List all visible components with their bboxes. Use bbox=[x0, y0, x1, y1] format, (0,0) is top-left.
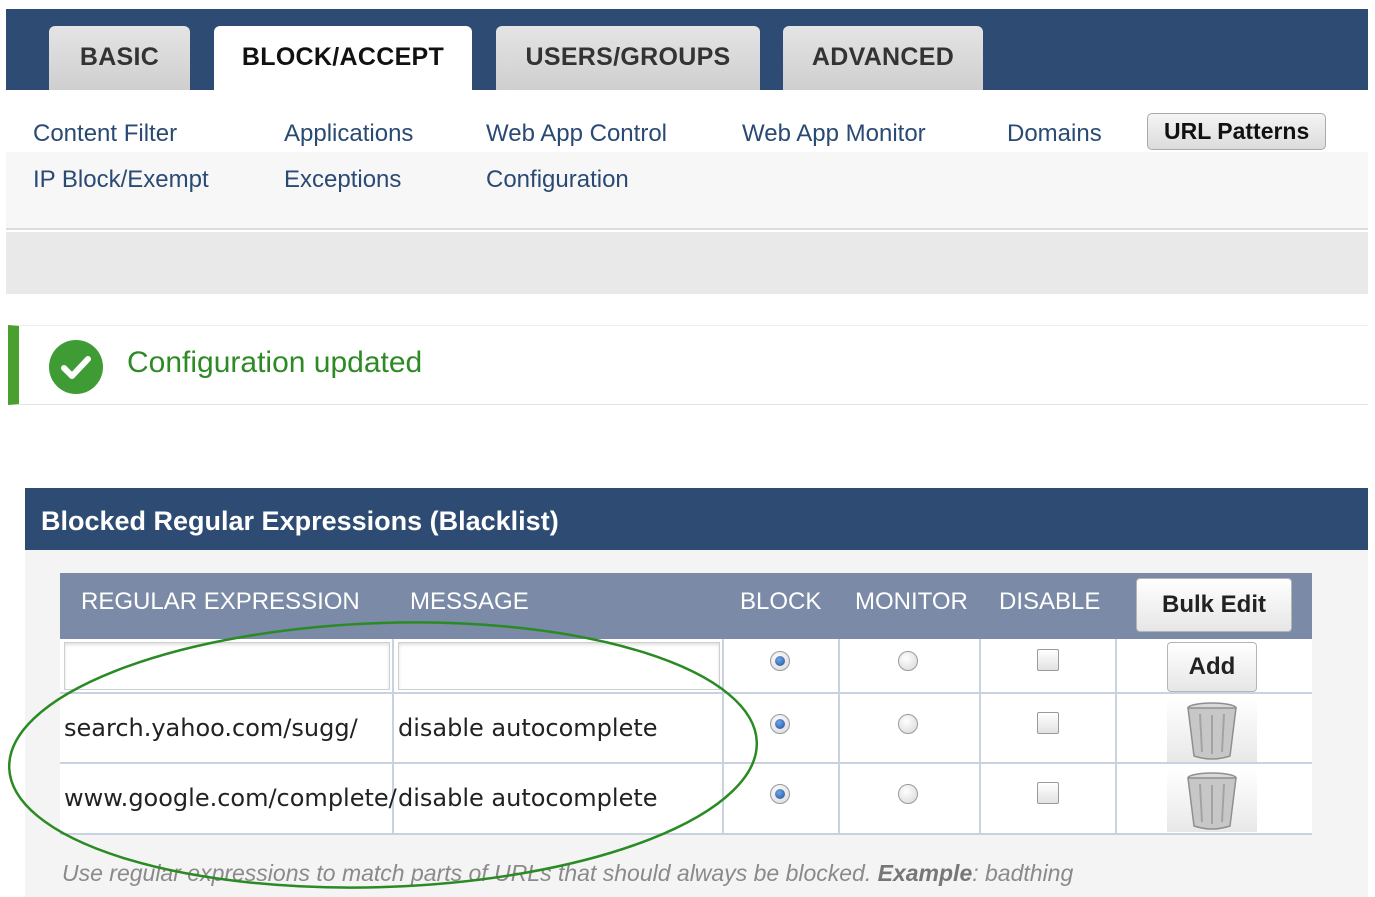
trash-icon[interactable] bbox=[1167, 768, 1257, 832]
action-cell: Add bbox=[1117, 639, 1312, 692]
monitor-cell bbox=[840, 764, 981, 833]
message-cell: disable autocomplete bbox=[394, 764, 724, 833]
block-radio[interactable] bbox=[770, 651, 790, 671]
hint-text: Use regular expressions to match parts o… bbox=[62, 860, 1073, 887]
column-header-monitor: MONITOR bbox=[855, 588, 968, 615]
notice-message: Configuration updated bbox=[127, 346, 423, 379]
monitor-cell bbox=[840, 694, 981, 762]
regex-value: search.yahoo.com/sugg/ bbox=[64, 714, 358, 742]
column-header-block: BLOCK bbox=[740, 588, 822, 615]
toolbar-band bbox=[6, 232, 1368, 294]
regex-cell bbox=[60, 639, 394, 692]
message-cell: disable autocomplete bbox=[394, 694, 724, 762]
bulk-edit-button[interactable]: Bulk Edit bbox=[1136, 578, 1292, 632]
hint-example-label: Example bbox=[877, 860, 973, 886]
subnav-domains[interactable]: Domains bbox=[1007, 120, 1102, 148]
disable-checkbox[interactable] bbox=[1037, 712, 1059, 734]
message-value: disable autocomplete bbox=[398, 784, 658, 812]
monitor-radio[interactable] bbox=[898, 651, 918, 671]
column-header-regex: REGULAR EXPRESSION bbox=[81, 588, 360, 615]
subnav-applications[interactable]: Applications bbox=[284, 120, 413, 148]
subnav-content-filter[interactable]: Content Filter bbox=[33, 120, 177, 148]
add-button[interactable]: Add bbox=[1167, 642, 1257, 692]
action-cell bbox=[1117, 694, 1312, 762]
tab-block-accept[interactable]: BLOCK/ACCEPT bbox=[214, 26, 472, 90]
subnav-configuration[interactable]: Configuration bbox=[486, 166, 629, 194]
monitor-cell bbox=[840, 639, 981, 692]
table-row: www.google.com/complete/ disable autocom… bbox=[60, 764, 1312, 835]
block-cell bbox=[724, 764, 840, 833]
message-input[interactable] bbox=[398, 642, 720, 690]
block-radio[interactable] bbox=[770, 714, 790, 734]
column-header-message: MESSAGE bbox=[410, 588, 529, 615]
hint-example-value: : badthing bbox=[972, 860, 1074, 886]
monitor-radio[interactable] bbox=[898, 714, 918, 734]
block-cell bbox=[724, 694, 840, 762]
monitor-radio[interactable] bbox=[898, 784, 918, 804]
disable-cell bbox=[981, 694, 1117, 762]
regex-cell: search.yahoo.com/sugg/ bbox=[60, 694, 394, 762]
tab-users-groups[interactable]: USERS/GROUPS bbox=[496, 26, 760, 90]
subnav-exceptions[interactable]: Exceptions bbox=[284, 166, 401, 194]
tab-basic[interactable]: BASIC bbox=[49, 26, 190, 90]
disable-cell bbox=[981, 639, 1117, 692]
subnav-url-patterns[interactable]: URL Patterns bbox=[1147, 113, 1327, 150]
subnav-ip-block-exempt[interactable]: IP Block/Exempt bbox=[33, 166, 209, 194]
sub-navigation: Content Filter Applications Web App Cont… bbox=[6, 90, 1368, 230]
action-cell bbox=[1117, 764, 1312, 833]
disable-cell bbox=[981, 764, 1117, 833]
message-value: disable autocomplete bbox=[398, 714, 658, 742]
block-radio[interactable] bbox=[770, 784, 790, 804]
disable-checkbox[interactable] bbox=[1037, 782, 1059, 804]
new-entry-row: Add bbox=[60, 639, 1312, 694]
success-notice: Configuration updated bbox=[8, 325, 1368, 405]
block-cell bbox=[724, 639, 840, 692]
regex-input[interactable] bbox=[64, 642, 390, 690]
hint-description: Use regular expressions to match parts o… bbox=[62, 860, 872, 886]
table-header: REGULAR EXPRESSION MESSAGE BLOCK MONITOR… bbox=[60, 573, 1312, 639]
subnav-web-app-control[interactable]: Web App Control bbox=[486, 120, 667, 148]
table-row: search.yahoo.com/sugg/ disable autocompl… bbox=[60, 694, 1312, 764]
panel-title: Blocked Regular Expressions (Blacklist) bbox=[25, 488, 1368, 550]
tab-advanced[interactable]: ADVANCED bbox=[783, 26, 983, 90]
trash-icon[interactable] bbox=[1167, 698, 1257, 762]
check-circle-icon bbox=[49, 340, 103, 394]
regex-cell: www.google.com/complete/ bbox=[60, 764, 397, 833]
regex-value: www.google.com/complete/ bbox=[64, 784, 397, 812]
subnav-web-app-monitor[interactable]: Web App Monitor bbox=[742, 120, 926, 148]
column-header-disable: DISABLE bbox=[999, 588, 1101, 615]
message-cell bbox=[394, 639, 724, 692]
top-tab-bar: BASIC BLOCK/ACCEPT USERS/GROUPS ADVANCED bbox=[6, 9, 1368, 90]
disable-checkbox[interactable] bbox=[1037, 649, 1059, 671]
